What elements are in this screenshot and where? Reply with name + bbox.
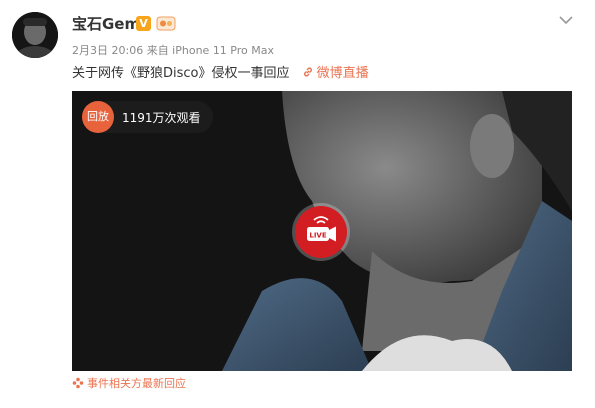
avatar[interactable] — [12, 12, 58, 58]
post-text: 关于网传《野狼Disco》侵权一事回应 微博直播 — [72, 64, 369, 84]
replay-badge: 回放 1191万次观看 — [82, 101, 213, 133]
video-player[interactable]: 回放 1191万次观看 LIVE — [72, 91, 572, 371]
post-meta: 2月3日 20:06 来自 iPhone 11 Pro Max — [72, 44, 274, 57]
related-news-text: 事件相关方最新回应 — [87, 377, 186, 390]
weibo-live-link[interactable]: 微博直播 — [302, 66, 369, 81]
live-camera-icon: LIVE — [307, 216, 336, 242]
flower-icon — [72, 377, 84, 389]
live-link-label: 微博直播 — [316, 66, 369, 81]
fan-badge-icon[interactable] — [156, 15, 176, 32]
live-text: LIVE — [309, 232, 326, 240]
avatar-image — [12, 12, 58, 58]
chevron-down-icon[interactable] — [557, 12, 575, 26]
replay-label: 回放 — [82, 101, 114, 133]
live-play-button[interactable]: LIVE — [295, 206, 347, 258]
related-news-link[interactable]: 事件相关方最新回应 — [72, 376, 186, 392]
username[interactable]: 宝石Gem — [72, 14, 140, 34]
verified-badge: V — [136, 16, 151, 31]
view-count: 1191万次观看 — [122, 110, 201, 125]
link-icon — [303, 67, 312, 77]
post-title: 关于网传《野狼Disco》侵权一事回应 — [72, 66, 290, 81]
